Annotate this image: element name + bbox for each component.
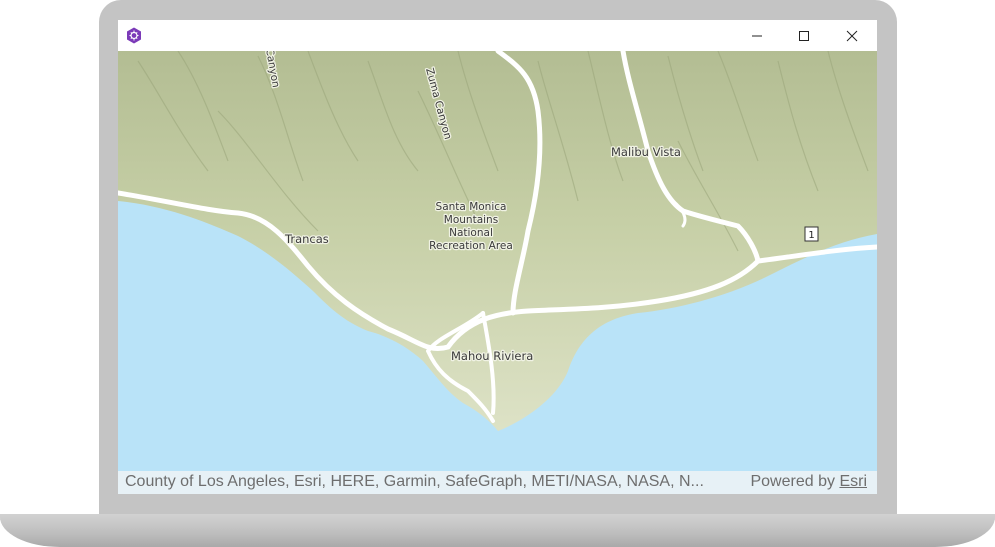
label-park-line3: National (449, 227, 493, 239)
label-park-line2: Mountains (444, 214, 498, 226)
label-trancas: Trancas (284, 232, 329, 246)
powered-by: Powered by Esri (750, 473, 867, 491)
close-icon (846, 30, 858, 41)
app-window: 1 Canyon Zuma Canyon Malibu Vista Santa … (118, 20, 877, 494)
label-park-line4: Recreation Area (429, 240, 513, 252)
maximize-button[interactable] (781, 20, 827, 51)
close-button[interactable] (829, 20, 875, 51)
minimize-icon (752, 35, 762, 36)
maximize-icon (799, 30, 809, 41)
label-park-line1: Santa Monica (436, 201, 507, 213)
esri-link[interactable]: Esri (839, 473, 867, 490)
route-shield-number: 1 (808, 230, 814, 241)
powered-by-label: Powered by (750, 473, 835, 490)
title-bar[interactable] (118, 20, 877, 51)
laptop-base (0, 514, 995, 547)
app-logo-icon (127, 27, 141, 44)
map-attribution: County of Los Angeles, Esri, HERE, Garmi… (118, 471, 877, 494)
label-mahou-riviera: Mahou Riviera (451, 349, 533, 363)
minimize-button[interactable] (734, 20, 780, 51)
map-view[interactable]: 1 Canyon Zuma Canyon Malibu Vista Santa … (118, 51, 877, 471)
label-malibu-vista: Malibu Vista (611, 145, 681, 159)
attribution-sources: County of Los Angeles, Esri, HERE, Garmi… (125, 473, 704, 490)
route-shield: 1 (804, 226, 819, 242)
